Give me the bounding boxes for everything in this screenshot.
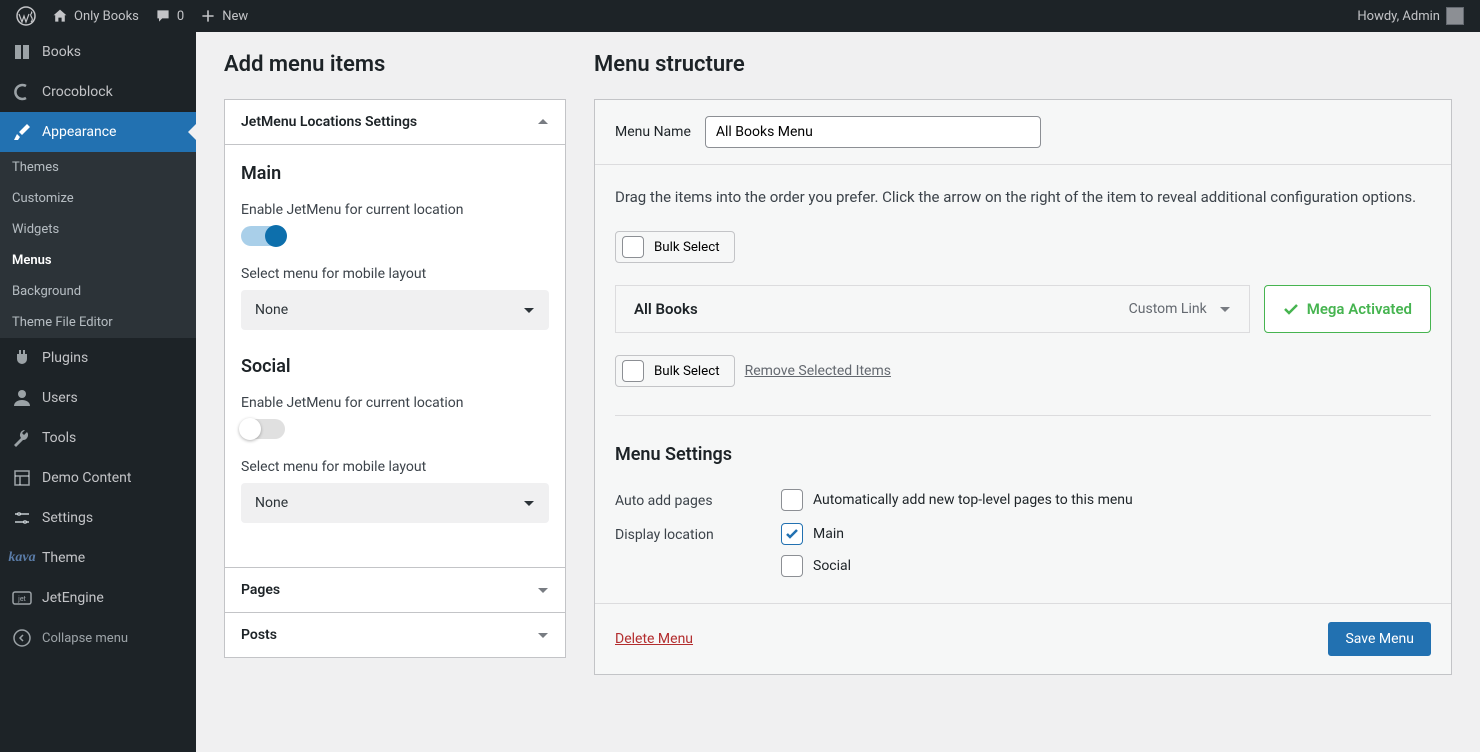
check-icon (1283, 301, 1299, 317)
bulk-check-bottom (622, 360, 644, 382)
bulk-check-top (622, 236, 644, 258)
add-menu-items-heading: Add menu items (224, 52, 566, 77)
location-main-title: Main (241, 163, 549, 184)
plug-icon (12, 348, 32, 368)
location-social: Social Enable JetMenu for current locati… (241, 356, 549, 523)
location-main: Main Enable JetMenu for current location… (241, 163, 549, 330)
user-icon (12, 388, 32, 408)
menu-structure-panel: Menu Name Drag the items into the order … (594, 99, 1452, 675)
jetmenu-metabox-title: JetMenu Locations Settings (241, 114, 417, 130)
jetmenu-metabox-toggle[interactable]: JetMenu Locations Settings (225, 100, 565, 145)
menu-name-input[interactable] (705, 116, 1041, 148)
appearance-submenu: Themes Customize Widgets Menus Backgroun… (0, 152, 196, 338)
plus-icon (200, 8, 216, 24)
avatar (1446, 7, 1464, 25)
comment-icon (155, 8, 171, 24)
loc-social-checkbox (781, 555, 803, 577)
loc-main-checkbox-row[interactable]: Main (781, 523, 851, 545)
crocoblock-icon (12, 82, 32, 102)
sub-background[interactable]: Background (0, 276, 196, 307)
collapse-icon (12, 628, 32, 648)
menu-settings-heading: Menu Settings (615, 444, 1431, 465)
instructions-text: Drag the items into the order you prefer… (615, 185, 1431, 209)
caret-down-icon (537, 629, 549, 641)
svg-text:jet: jet (17, 595, 26, 603)
mobile-layout-select-main[interactable]: None (241, 290, 549, 330)
save-menu-button[interactable]: Save Menu (1328, 622, 1431, 656)
menu-item-name: All Books (634, 300, 698, 318)
collapse-menu[interactable]: Collapse menu (0, 618, 196, 658)
home-icon (52, 8, 68, 24)
location-social-title: Social (241, 356, 549, 377)
adminbar: Only Books 0 New Howdy, Admin (0, 0, 1480, 32)
pages-metabox: Pages (224, 567, 566, 613)
bulk-select-top[interactable]: Bulk Select (615, 231, 735, 263)
wrench-icon (12, 428, 32, 448)
sub-menus[interactable]: Menus (0, 245, 196, 276)
sub-theme-file-editor[interactable]: Theme File Editor (0, 307, 196, 338)
demo-icon (12, 468, 32, 488)
mega-activated-badge[interactable]: Mega Activated (1264, 285, 1431, 333)
auto-add-label: Auto add pages (615, 489, 781, 509)
mobile-layout-label-social: Select menu for mobile layout (241, 459, 549, 475)
sidebar-item-crocoblock[interactable]: Crocoblock (0, 72, 196, 112)
mobile-layout-label-main: Select menu for mobile layout (241, 266, 549, 282)
remove-selected-link[interactable]: Remove Selected Items (745, 363, 891, 379)
loc-social-checkbox-row[interactable]: Social (781, 555, 851, 577)
brush-icon (12, 122, 32, 142)
caret-down-icon (1219, 303, 1231, 315)
admin-sidebar: Books Crocoblock Appearance Themes Custo… (0, 32, 196, 752)
auto-add-checkbox (781, 489, 803, 511)
sub-themes[interactable]: Themes (0, 152, 196, 183)
enable-jetmenu-toggle-social[interactable] (241, 419, 285, 439)
sidebar-item-jetengine[interactable]: jetJetEngine (0, 578, 196, 618)
menu-name-label: Menu Name (615, 124, 691, 140)
sidebar-item-users[interactable]: Users (0, 378, 196, 418)
menu-structure-heading: Menu structure (594, 52, 1452, 77)
pages-metabox-title: Pages (241, 582, 280, 598)
sidebar-item-settings[interactable]: Settings (0, 498, 196, 538)
caret-down-icon (537, 584, 549, 596)
menu-item-all-books[interactable]: All Books Custom Link (615, 285, 1250, 333)
menu-item-type: Custom Link (1129, 301, 1231, 317)
book-icon (12, 42, 32, 62)
howdy-link[interactable]: Howdy, Admin (1349, 0, 1472, 32)
comments-link[interactable]: 0 (147, 0, 192, 32)
site-name-link[interactable]: Only Books (44, 0, 147, 32)
display-location-label: Display location (615, 523, 781, 543)
sidebar-item-plugins[interactable]: Plugins (0, 338, 196, 378)
sub-widgets[interactable]: Widgets (0, 214, 196, 245)
sliders-icon (12, 508, 32, 528)
sidebar-item-appearance[interactable]: Appearance (0, 112, 196, 152)
jetmenu-metabox: JetMenu Locations Settings Main Enable J… (224, 99, 566, 568)
sidebar-item-kava-theme[interactable]: kavaTheme (0, 538, 196, 578)
wp-logo[interactable] (8, 0, 44, 32)
sidebar-item-demo-content[interactable]: Demo Content (0, 458, 196, 498)
enable-jetmenu-toggle-main[interactable] (241, 226, 285, 246)
pages-metabox-toggle[interactable]: Pages (225, 568, 565, 612)
posts-metabox-toggle[interactable]: Posts (225, 613, 565, 657)
sidebar-item-tools[interactable]: Tools (0, 418, 196, 458)
sidebar-item-books[interactable]: Books (0, 32, 196, 72)
jet-icon: jet (12, 588, 32, 608)
sub-customize[interactable]: Customize (0, 183, 196, 214)
posts-metabox: Posts (224, 612, 566, 658)
kava-icon: kava (12, 548, 32, 568)
posts-metabox-title: Posts (241, 627, 277, 643)
enable-jetmenu-label-social: Enable JetMenu for current location (241, 395, 549, 411)
new-link[interactable]: New (192, 0, 256, 32)
enable-jetmenu-label-main: Enable JetMenu for current location (241, 202, 549, 218)
mobile-layout-select-social[interactable]: None (241, 483, 549, 523)
caret-up-icon (537, 116, 549, 128)
delete-menu-link[interactable]: Delete Menu (615, 631, 693, 647)
loc-main-checkbox (781, 523, 803, 545)
bulk-select-bottom[interactable]: Bulk Select (615, 355, 735, 387)
auto-add-checkbox-row[interactable]: Automatically add new top-level pages to… (781, 489, 1133, 511)
